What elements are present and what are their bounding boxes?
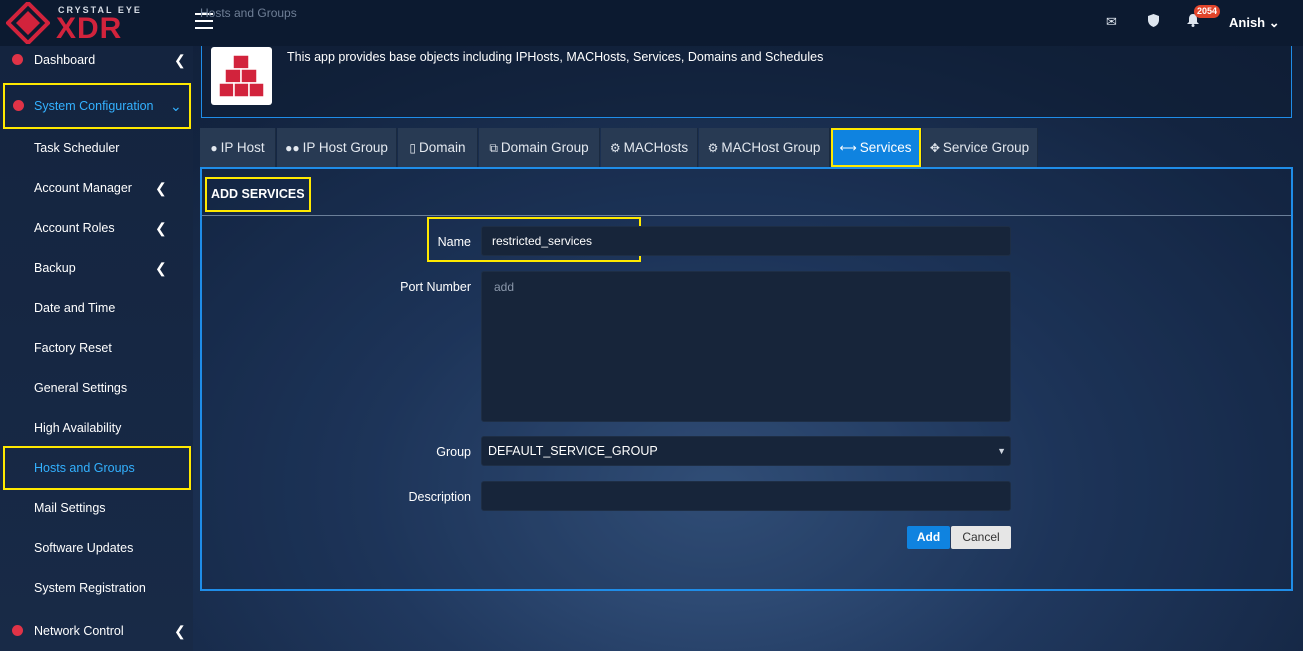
sidebar-item-backup[interactable]: Backup ❮: [0, 248, 193, 288]
app-logo: [211, 47, 272, 105]
tab-label: IP Host: [220, 140, 265, 155]
network-icon: [12, 625, 23, 636]
sidebar-item-dashboard[interactable]: Dashboard ❮: [0, 40, 193, 80]
file-icon: ▯: [409, 141, 417, 155]
sidebar: Dashboard ❮ System Configuration ⌄ Task …: [0, 46, 193, 651]
sidebar-item-general-settings[interactable]: General Settings: [0, 368, 193, 408]
sidebar-item-system-configuration[interactable]: System Configuration ⌄: [3, 83, 191, 129]
chevron-left-icon: ❮: [174, 623, 186, 639]
users-icon: ●●: [285, 141, 300, 155]
group-select-value: DEFAULT_SERVICE_GROUP: [488, 444, 658, 458]
sidebar-item-task-scheduler[interactable]: Task Scheduler: [0, 128, 193, 168]
top-bar: CRYSTAL EYE XDR Hosts and Groups ✉ 2054 …: [0, 0, 1303, 46]
cancel-button[interactable]: Cancel: [951, 526, 1011, 549]
app-info-panel: This app provides base objects including…: [201, 46, 1292, 118]
sidebar-item-mail-settings[interactable]: Mail Settings: [0, 488, 193, 528]
tab-label: Service Group: [942, 140, 1030, 155]
breadcrumb: Hosts and Groups: [200, 6, 297, 20]
tab-label: MACHosts: [623, 140, 689, 155]
dashboard-icon: [12, 54, 23, 65]
arrows-horizontal-icon: ⟷: [839, 141, 857, 155]
cubes-icon: [218, 54, 265, 98]
user-name: Anish: [1229, 15, 1266, 30]
sidebar-item-network-control[interactable]: Network Control ❮: [0, 611, 193, 651]
gear-icon: ⚙: [609, 141, 621, 155]
sidebar-item-account-roles[interactable]: Account Roles ❮: [0, 208, 193, 248]
move-icon: ✥: [929, 141, 940, 155]
chevron-down-icon: ⌄: [1268, 15, 1280, 30]
name-label: Name: [437, 235, 471, 249]
sidebar-item-system-registration[interactable]: System Registration: [0, 568, 193, 608]
sidebar-item-label: Date and Time: [34, 301, 116, 315]
sidebar-item-label: Account Roles: [34, 221, 115, 235]
copy-icon: ⧉: [489, 141, 498, 155]
tab-domain-group[interactable]: ⧉ Domain Group: [479, 128, 600, 167]
description-label: Description: [408, 490, 471, 504]
add-button[interactable]: Add: [907, 526, 950, 549]
brand-logo[interactable]: CRYSTAL EYE XDR: [6, 2, 166, 44]
tab-label: Domain: [419, 140, 466, 155]
section-title: ADD SERVICES: [205, 177, 311, 212]
group-select[interactable]: DEFAULT_SERVICE_GROUP ▼: [481, 436, 1011, 466]
chevron-left-icon: ❮: [155, 180, 167, 196]
gears-icon: ⚙: [707, 141, 719, 155]
tab-label: Domain Group: [500, 140, 589, 155]
divider: [202, 215, 1291, 216]
tab-services[interactable]: ⟷ Services: [831, 128, 921, 167]
home-icon: [13, 100, 24, 111]
sidebar-item-label: System Registration: [34, 581, 146, 595]
sidebar-item-label: Software Updates: [34, 541, 134, 555]
sidebar-item-label: Hosts and Groups: [34, 461, 135, 475]
sidebar-item-account-manager[interactable]: Account Manager ❮: [0, 168, 193, 208]
sidebar-item-label: Factory Reset: [34, 341, 112, 355]
shield-icon[interactable]: [1148, 14, 1159, 27]
sidebar-item-high-availability[interactable]: High Availability: [0, 408, 193, 448]
sidebar-item-label: Mail Settings: [34, 501, 106, 515]
name-input[interactable]: [481, 226, 1011, 256]
sidebar-item-software-updates[interactable]: Software Updates: [0, 528, 193, 568]
group-label: Group: [436, 445, 471, 459]
mail-icon[interactable]: ✉: [1106, 14, 1117, 30]
tab-machost-group[interactable]: ⚙ MACHost Group: [699, 128, 830, 167]
tab-ip-host[interactable]: ● IP Host: [200, 128, 276, 167]
chevron-left-icon: ❮: [155, 220, 167, 236]
sidebar-item-label: System Configuration: [34, 99, 154, 113]
sidebar-item-label: Network Control: [34, 624, 124, 638]
user-menu[interactable]: Anish ⌄: [1229, 15, 1280, 31]
chevron-left-icon: ❮: [174, 52, 186, 68]
sidebar-item-factory-reset[interactable]: Factory Reset: [0, 328, 193, 368]
tab-label: Services: [859, 140, 912, 155]
sidebar-item-hosts-and-groups[interactable]: Hosts and Groups: [3, 446, 191, 490]
sidebar-item-label: General Settings: [34, 381, 128, 395]
tab-ip-host-group[interactable]: ●● IP Host Group: [277, 128, 397, 167]
sidebar-item-label: Backup: [34, 261, 76, 275]
logo-mark-icon: [6, 2, 50, 44]
sidebar-item-label: Dashboard: [34, 53, 96, 67]
sidebar-item-date-and-time[interactable]: Date and Time: [0, 288, 193, 328]
tab-label: IP Host Group: [302, 140, 388, 155]
tab-service-group[interactable]: ✥ Service Group: [922, 128, 1038, 167]
tab-label: MACHost Group: [721, 140, 821, 155]
caret-down-icon: ▼: [997, 446, 1006, 456]
sidebar-item-label: Task Scheduler: [34, 141, 120, 155]
app-description: This app provides base objects including…: [287, 50, 824, 64]
notification-badge: 2054: [1194, 5, 1221, 18]
port-number-label: Port Number: [400, 280, 471, 294]
tab-machosts[interactable]: ⚙ MACHosts: [601, 128, 698, 167]
sidebar-item-label: High Availability: [34, 421, 122, 435]
sidebar-item-label: Account Manager: [34, 181, 132, 195]
add-services-form: ADD SERVICES Name Port Number Group DEFA…: [200, 167, 1293, 591]
description-input[interactable]: [481, 481, 1011, 511]
port-number-textarea[interactable]: [481, 271, 1011, 422]
chevron-left-icon: ❮: [155, 260, 167, 276]
user-icon: ●: [210, 141, 218, 155]
tab-domain[interactable]: ▯ Domain: [398, 128, 478, 167]
chevron-down-icon: ⌄: [170, 98, 182, 114]
